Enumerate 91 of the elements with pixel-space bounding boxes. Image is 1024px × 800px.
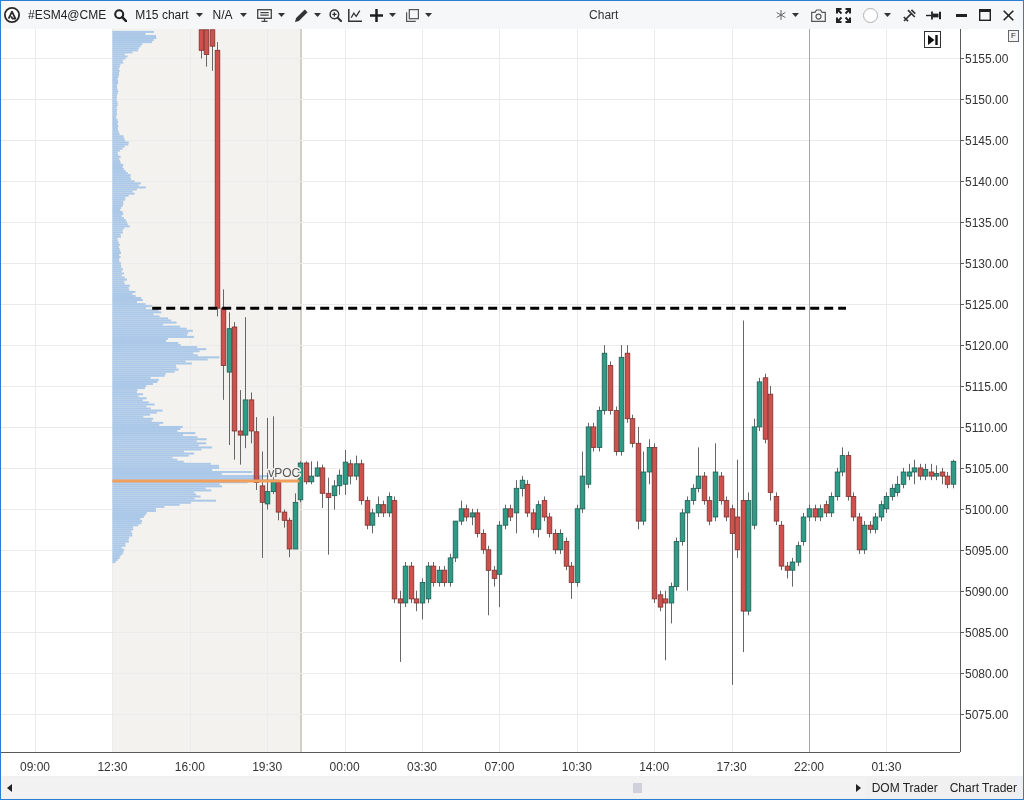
falling-candle (507, 504, 514, 522)
pencil-icon (294, 8, 308, 22)
caret-icon (239, 13, 247, 17)
price-label: 5125.00 (965, 298, 1009, 312)
scroll-right-icon[interactable] (855, 783, 861, 792)
rising-candle (557, 528, 564, 555)
time-label: 10:30 (561, 760, 592, 774)
falling-candle (347, 459, 354, 485)
tools-icon[interactable] (903, 8, 916, 22)
panel-toggle-button[interactable]: Chart Trader (943, 777, 1023, 798)
price-label: 5085.00 (965, 626, 1009, 640)
window-icon (405, 8, 419, 22)
caret-icon (884, 13, 891, 17)
time-label: 01:30 (871, 760, 902, 774)
falling-candle (430, 561, 437, 588)
falling-candle (917, 463, 924, 481)
rising-candle (861, 520, 868, 555)
camera-icon[interactable] (811, 8, 826, 22)
caret-icon (424, 13, 432, 17)
panel-toggle-button[interactable]: DOM Trader (865, 777, 944, 798)
price-label: 5135.00 (965, 216, 1009, 230)
time-label: 03:30 (407, 760, 437, 774)
scrollbar-thumb[interactable] (633, 782, 643, 793)
falling-candle (380, 500, 387, 518)
price-label: 5155.00 (965, 52, 1009, 66)
skip-end-button[interactable] (924, 31, 941, 48)
price-label: 5105.00 (965, 462, 1009, 476)
time-label: 14:00 (639, 760, 670, 774)
logo-icon (4, 7, 20, 23)
caret-icon (195, 13, 203, 17)
falling-candle (812, 504, 819, 522)
falling-candle (823, 500, 830, 518)
expand-icon[interactable] (836, 7, 851, 23)
falling-candle (303, 460, 310, 485)
maximize-icon[interactable] (979, 9, 991, 21)
price-label: 5140.00 (965, 175, 1009, 189)
price-label: 5120.00 (965, 339, 1009, 353)
price-label: 5130.00 (965, 257, 1009, 271)
scale-badge[interactable]: F (1008, 30, 1019, 42)
search-icon[interactable] (114, 8, 128, 22)
time-label: 07:00 (484, 760, 515, 774)
rising-candle (469, 508, 476, 526)
window-title: Chart (588, 8, 620, 22)
monitor-icon (256, 8, 272, 22)
price-label: 5090.00 (965, 585, 1009, 599)
price-label: 5115.00 (965, 380, 1008, 394)
falling-candle (867, 520, 874, 534)
template-dropdown[interactable]: N/A (210, 4, 249, 26)
rising-candle (933, 464, 940, 481)
plus-icon (369, 8, 383, 22)
circle-icon (863, 7, 878, 23)
asterisk-icon (776, 10, 786, 20)
price-label: 5100.00 (965, 503, 1009, 517)
price-label: 5095.00 (965, 544, 1009, 558)
rising-candle (535, 500, 542, 538)
rising-candle (353, 455, 360, 481)
timeframe-dropdown[interactable]: M15 chart (133, 4, 205, 26)
time-label: 09:00 (20, 760, 50, 774)
falling-candle (590, 422, 597, 452)
price-label: 5075.00 (965, 708, 1009, 722)
price-label: 5080.00 (965, 667, 1009, 681)
skip-end-icon (927, 34, 938, 45)
caret-icon (277, 13, 285, 17)
caret-icon (388, 13, 396, 17)
rising-candle (922, 463, 929, 481)
rising-candle (436, 565, 443, 588)
rising-candle (817, 504, 824, 522)
caret-icon (792, 13, 799, 17)
price-label: 5150.00 (965, 93, 1009, 107)
line-chart-icon[interactable] (347, 8, 362, 22)
instrument-selector[interactable]: #ESM4@CME (26, 4, 109, 26)
time-label: 19:30 (252, 760, 283, 774)
minimize-icon[interactable] (956, 13, 967, 17)
time-label: 12:30 (97, 760, 128, 774)
zoom-in-icon[interactable] (328, 8, 342, 22)
falling-candle (441, 565, 448, 588)
time-label: 17:30 (716, 760, 747, 774)
falling-candle (928, 463, 935, 481)
falling-candle (463, 504, 470, 522)
pin-icon[interactable] (926, 10, 941, 20)
rising-candle (386, 491, 393, 518)
time-label: 16:00 (174, 760, 205, 774)
rising-candle (950, 459, 957, 489)
price-label: 5145.00 (965, 134, 1009, 148)
price-label: 5110.00 (965, 421, 1008, 435)
rising-candle (402, 561, 409, 608)
close-icon[interactable] (1003, 9, 1014, 21)
scroll-left-icon[interactable] (7, 783, 12, 792)
caret-icon (313, 13, 321, 17)
time-label: 00:00 (329, 760, 360, 774)
time-label: 22:00 (794, 760, 824, 774)
